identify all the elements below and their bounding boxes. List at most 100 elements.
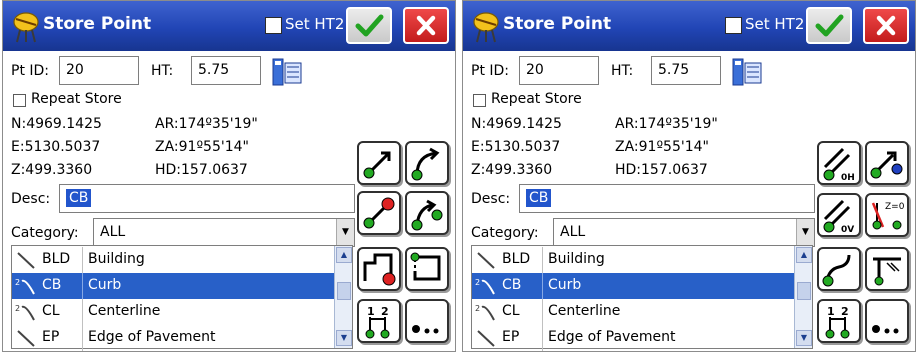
svg-text:1: 1 [367, 305, 375, 318]
east-readout: E:5130.5037 [471, 139, 561, 155]
svg-text:2: 2 [15, 278, 20, 287]
pc-point-button[interactable] [865, 247, 909, 291]
line-start-button[interactable] [357, 141, 401, 185]
arc-start-button[interactable] [405, 141, 449, 185]
scroll-down-icon[interactable]: ▼ [336, 330, 352, 346]
close-rectangle-icon [410, 252, 441, 281]
svg-text:2: 2 [381, 305, 389, 318]
list-item[interactable]: 2 CB Curb [472, 273, 794, 299]
curve-feature-icon: 2 [15, 304, 35, 321]
zero-elevation-button[interactable]: Z=0 [865, 193, 909, 237]
close-polygon-button[interactable] [357, 247, 401, 291]
offset-horizontal-button[interactable]: 0H [817, 141, 861, 185]
ht-label: HT: [611, 63, 634, 79]
point-sequence-icon: 12 [365, 305, 390, 339]
calculator-icon[interactable] [731, 57, 763, 87]
close-polygon-icon [363, 253, 396, 286]
repeat-store-label: Repeat Store [491, 91, 582, 107]
arc-end-button[interactable] [405, 191, 449, 235]
curve-button[interactable] [817, 247, 861, 291]
scroll-down-icon[interactable]: ▼ [796, 330, 812, 346]
arc-start-icon [411, 147, 440, 181]
svg-text:2: 2 [15, 304, 20, 313]
north-readout: N:4969.1425 [11, 116, 102, 132]
svg-text:0V: 0V [841, 225, 854, 235]
svg-text:Z=0: Z=0 [885, 202, 905, 212]
zero-elevation-icon: Z=0 [871, 202, 905, 230]
ht-field[interactable]: 5.75 [651, 56, 721, 85]
close-rectangle-button[interactable] [405, 247, 449, 291]
feature-code-list: BLD Building 2 CB Curb 2 CL Centerline E… [471, 245, 813, 351]
survey-logo-icon [473, 12, 499, 43]
desc-field[interactable]: CB [519, 184, 815, 213]
category-value: ALL [100, 224, 126, 240]
zenith-readout: ZA:91º55'14" [155, 139, 249, 155]
pt-id-field[interactable]: 20 [59, 56, 139, 85]
curve-icon [822, 254, 851, 287]
store-point-dialog: Store Point Set HT2 Pt ID: 20 HT: 5.75 R… [462, 0, 916, 352]
list-item[interactable]: 2 CL Centerline [472, 299, 794, 325]
ok-button[interactable] [346, 7, 392, 44]
repeat-store-checkbox[interactable] [13, 94, 26, 107]
scroll-thumb[interactable] [337, 282, 351, 300]
hd-readout: HD:157.0637 [155, 162, 248, 178]
line-feature-icon [477, 252, 495, 269]
north-readout: N:4969.1425 [471, 116, 562, 132]
feature-code-list: BLD Building 2 CB Curb 2 CL Centerline E… [11, 245, 353, 351]
list-item[interactable]: EP Edge of Pavement [12, 325, 334, 351]
east-readout: E:5130.5037 [11, 139, 101, 155]
ok-button[interactable] [806, 7, 852, 44]
line-start-icon [363, 151, 391, 179]
offset-vertical-button[interactable]: 0V [817, 193, 861, 237]
list-item[interactable]: BLD Building [12, 247, 334, 273]
line-feature-icon [17, 330, 35, 347]
checkmark-icon [815, 14, 844, 37]
line-end-icon [363, 197, 395, 229]
pt-id-label: Pt ID: [11, 63, 50, 79]
arc-end-icon [411, 199, 443, 231]
line-end-button[interactable] [357, 191, 401, 235]
pt-id-field[interactable]: 20 [519, 56, 599, 85]
list-item[interactable]: 2 CL Centerline [12, 299, 334, 325]
set-ht2-checkbox[interactable] [265, 17, 282, 34]
set-ht2-label: Set HT2 [285, 15, 345, 33]
chevron-down-icon[interactable]: ▼ [336, 219, 354, 246]
elevation-readout: Z:499.3360 [471, 162, 553, 178]
scroll-thumb[interactable] [797, 282, 811, 300]
scroll-up-icon[interactable]: ▲ [796, 247, 812, 263]
scroll-up-icon[interactable]: ▲ [336, 247, 352, 263]
point-sequence-button[interactable]: 12 [357, 299, 401, 343]
checkmark-icon [355, 14, 384, 37]
desc-selected-text: CB [526, 189, 552, 207]
chevron-down-icon[interactable]: ▼ [796, 219, 814, 246]
ht-field[interactable]: 5.75 [191, 56, 261, 85]
more-options-button[interactable] [405, 299, 449, 343]
set-ht2-checkbox[interactable] [725, 17, 742, 34]
desc-label: Desc: [471, 191, 511, 207]
offset-vertical-icon: 0V [823, 199, 854, 235]
calculator-icon[interactable] [271, 57, 303, 87]
line-feature-icon [477, 330, 495, 347]
azimuth-readout: AR:174º35'19" [155, 116, 258, 132]
desc-selected-text: CB [66, 189, 92, 207]
list-scrollbar[interactable]: ▲ ▼ [794, 246, 812, 348]
repeat-store-checkbox[interactable] [473, 94, 486, 107]
list-item[interactable]: 2 CB Curb [12, 273, 334, 299]
close-button[interactable] [403, 7, 449, 44]
pc-point-icon [873, 257, 901, 286]
point-sequence-button[interactable]: 12 [817, 299, 861, 343]
ht-label: HT: [151, 63, 174, 79]
more-options-button[interactable] [865, 299, 909, 343]
close-button[interactable] [863, 7, 909, 44]
more-icon [872, 325, 899, 334]
svg-text:2: 2 [841, 305, 849, 318]
desc-field[interactable]: CB [59, 184, 355, 213]
list-scrollbar[interactable]: ▲ ▼ [334, 246, 352, 348]
smooth-point-button[interactable] [865, 141, 909, 185]
list-item[interactable]: EP Edge of Pavement [472, 325, 794, 351]
close-icon [416, 15, 436, 36]
category-select[interactable]: ALL ▼ [553, 218, 815, 247]
curve-feature-icon: 2 [475, 304, 495, 321]
list-item[interactable]: BLD Building [472, 247, 794, 273]
category-select[interactable]: ALL ▼ [93, 218, 355, 247]
